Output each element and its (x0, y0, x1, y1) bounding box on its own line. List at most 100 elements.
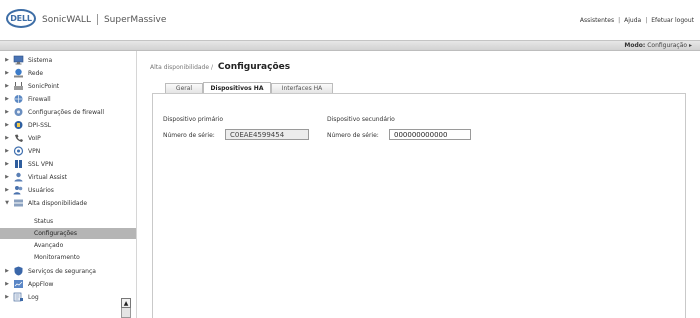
sidebar-subitem-label: Configurações (34, 230, 77, 237)
ha-devices-panel: Dispositivo primário Número de série: C0… (152, 94, 686, 318)
sidebar-item-label: VoIP (28, 134, 41, 142)
breadcrumb-parent[interactable]: Alta disponibilidade / (150, 64, 213, 71)
expand-arrow-icon[interactable]: ▶ (3, 96, 11, 102)
expand-arrow-icon[interactable]: ▶ (3, 161, 11, 167)
product-name: SonicWALL SuperMassive (42, 14, 166, 25)
scroll-up-button[interactable]: ▲ (121, 298, 131, 308)
expand-arrow-icon[interactable]: ▶ (3, 135, 11, 141)
sidebar-item-log[interactable]: ▶ Log (0, 291, 136, 303)
sidebar-item-label: Usuários (28, 186, 54, 194)
sidebar-item-servicos-seguranca[interactable]: ▶ Serviços de segurança (0, 265, 136, 277)
network-icon (12, 68, 24, 78)
sidebar-item-label: Alta disponibilidade (28, 199, 88, 207)
secondary-serial-label: Número de série: (327, 132, 379, 139)
page-title: Configurações (217, 62, 291, 72)
phone-icon (12, 133, 24, 143)
wizards-link[interactable]: Assistentes (580, 17, 614, 24)
sidebar-subitem-label: Status (34, 218, 54, 225)
expand-arrow-icon[interactable]: ▶ (3, 281, 11, 287)
sidebar-item-configuracoes-firewall[interactable]: ▶ Configurações de firewall (0, 106, 136, 118)
secondary-device-heading: Dispositivo secundário (327, 116, 395, 123)
sidebar-item-label: SonicPoint (28, 82, 60, 90)
primary-serial-label: Número de série: (163, 132, 215, 139)
sidebar-item-ssl-vpn[interactable]: ▶ SSL VPN (0, 158, 136, 170)
expand-arrow-icon[interactable]: ▶ (3, 122, 11, 128)
sidebar-item-label: Rede (28, 69, 44, 77)
firewall-icon (12, 94, 24, 104)
top-links: Assistentes | Ajuda | Efetuar logout (580, 17, 694, 24)
firewall-settings-icon (12, 107, 24, 117)
sidebar-item-label: Firewall (28, 95, 51, 103)
expand-arrow-icon[interactable]: ▶ (3, 109, 11, 115)
expand-arrow-icon[interactable]: ▶ (3, 268, 11, 274)
sidebar-item-sistema[interactable]: ▶ Sistema (0, 54, 136, 66)
primary-device-heading: Dispositivo primário (163, 116, 224, 123)
sidebar-item-sonicpoint[interactable]: ▶ SonicPoint (0, 80, 136, 92)
sidebar: ▶ Sistema ▶ Rede ▶ SonicPoint ▶ Firewall… (0, 51, 137, 318)
sidebar-item-label: SSL VPN (28, 160, 54, 168)
sidebar-item-label: AppFlow (28, 280, 54, 288)
link-separator: | (618, 17, 621, 24)
mode-value: Configuração ▸ (647, 42, 692, 49)
help-link[interactable]: Ajuda (624, 17, 641, 24)
monitor-icon (12, 55, 24, 65)
tab-interfaces-ha[interactable]: Interfaces HA (271, 83, 333, 93)
tab-dispositivos-ha[interactable]: Dispositivos HA (203, 82, 271, 93)
sidebar-item-voip[interactable]: ▶ VoIP (0, 132, 136, 144)
sidebar-item-usuarios[interactable]: ▶ Usuários (0, 184, 136, 196)
sidebar-item-firewall[interactable]: ▶ Firewall (0, 93, 136, 105)
product-model: SuperMassive (103, 15, 167, 25)
mode-bar: Modo: Configuração ▸ (0, 40, 700, 51)
tab-geral[interactable]: Geral (165, 83, 203, 93)
link-separator: | (645, 17, 648, 24)
expand-arrow-icon[interactable]: ▶ (3, 294, 11, 300)
sidebar-subitem-configuracoes[interactable]: Configurações (0, 228, 136, 239)
ssl-vpn-icon (12, 159, 24, 169)
shield-icon (12, 266, 24, 276)
sidebar-subitem-status[interactable]: Status (0, 216, 136, 227)
users-icon (12, 185, 24, 195)
sidebar-subitem-label: Monitoramento (34, 254, 80, 261)
brand-name: SonicWALL (42, 15, 91, 25)
access-point-icon (12, 81, 24, 91)
high-availability-icon (12, 198, 24, 208)
breadcrumb: Alta disponibilidade / Configurações (150, 62, 290, 72)
sidebar-subitem-monitoramento[interactable]: Monitoramento (0, 252, 136, 263)
mode-label: Modo: (624, 42, 646, 49)
sidebar-item-label: DPI-SSL (28, 121, 52, 129)
sidebar-item-dpi-ssl[interactable]: ▶ DPI-SSL (0, 119, 136, 131)
primary-serial-field: C0EAE4599454 (225, 129, 309, 140)
dell-logo: DELL (6, 9, 36, 28)
sidebar-item-vpn[interactable]: ▶ VPN (0, 145, 136, 157)
expand-arrow-icon[interactable]: ▶ (3, 70, 11, 76)
secondary-serial-input[interactable]: 000000000000 (389, 129, 471, 140)
scrollbar-track[interactable] (121, 308, 131, 318)
expand-arrow-icon[interactable]: ▶ (3, 174, 11, 180)
sidebar-item-label: Virtual Assist (28, 173, 68, 181)
virtual-assist-icon (12, 172, 24, 182)
sidebar-subitem-label: Avançado (34, 242, 64, 249)
logout-link[interactable]: Efetuar logout (651, 17, 694, 24)
sidebar-item-label: Serviços de segurança (28, 267, 96, 275)
header: DELL SonicWALL SuperMassive Assistentes | A… (0, 0, 700, 40)
sidebar-item-label: Sistema (28, 56, 53, 64)
sidebar-subitem-avancado[interactable]: Avançado (0, 240, 136, 251)
sidebar-item-alta-disponibilidade[interactable]: ▼ Alta disponibilidade (0, 197, 136, 209)
vpn-icon (12, 146, 24, 156)
appflow-icon (12, 279, 24, 289)
mode-selector[interactable]: Modo: Configuração ▸ (624, 42, 692, 49)
log-icon (12, 292, 24, 302)
sidebar-item-appflow[interactable]: ▶ AppFlow (0, 278, 136, 290)
sidebar-item-label: Log (28, 293, 39, 301)
expand-arrow-icon[interactable]: ▶ (3, 57, 11, 63)
sidebar-item-virtual-assist[interactable]: ▶ Virtual Assist (0, 171, 136, 183)
sidebar-item-label: VPN (28, 147, 41, 155)
sidebar-item-rede[interactable]: ▶ Rede (0, 67, 136, 79)
brand-divider (96, 14, 98, 25)
collapse-arrow-icon[interactable]: ▼ (3, 200, 11, 206)
dpi-ssl-icon (12, 120, 24, 130)
sidebar-item-label: Configurações de firewall (28, 108, 105, 116)
expand-arrow-icon[interactable]: ▶ (3, 83, 11, 89)
expand-arrow-icon[interactable]: ▶ (3, 148, 11, 154)
expand-arrow-icon[interactable]: ▶ (3, 187, 11, 193)
